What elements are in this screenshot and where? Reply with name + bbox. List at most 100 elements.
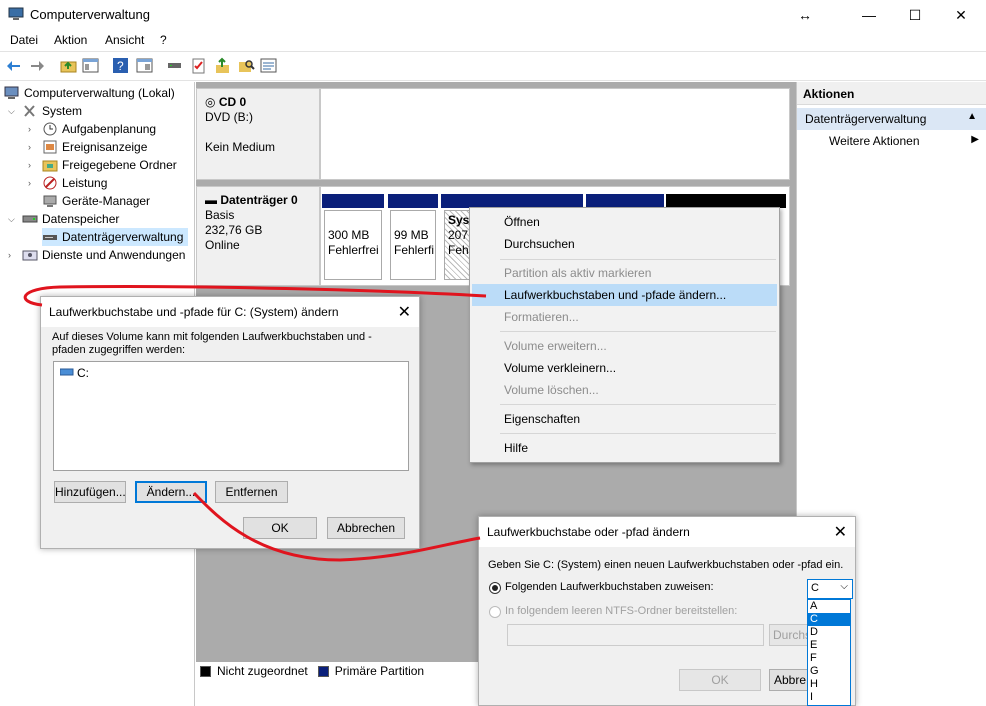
menu-item-aktiv-markieren[interactable]: Partition als aktiv markieren [472,262,777,284]
close-icon[interactable]: ✕ [834,522,847,542]
letter-option[interactable]: F [808,652,850,665]
forward-icon[interactable] [28,57,45,74]
services-icon [22,248,38,262]
letter-option[interactable]: D [808,626,850,639]
menu-ansicht[interactable]: Ansicht [105,33,144,47]
cancel-button[interactable]: Abbre [769,669,809,691]
letter-dropdown-list[interactable]: A C D E F G H I [807,599,851,706]
menu-help[interactable]: ? [160,33,167,47]
dialog-description: Auf dieses Volume kann mit folgenden Lau… [52,331,372,356]
letter-option[interactable]: E [808,639,850,652]
add-button[interactable]: Hinzufügen... [54,481,126,503]
storage-icon [22,212,38,226]
up-folder-icon[interactable] [60,57,77,74]
menu-datei[interactable]: Datei [10,33,38,47]
partition-bar [586,194,664,208]
context-menu: Öffnen Durchsuchen Partition als aktiv m… [469,207,780,463]
menu-item-loeschen[interactable]: Volume löschen... [472,379,777,401]
tree-item-datentraegerverwaltung[interactable]: Datenträgerverwaltung [42,228,188,246]
change-button[interactable]: Ändern... [135,481,207,503]
maximize-button[interactable]: ☐ [892,0,938,30]
computer-management-icon [4,86,20,100]
chevron-right-icon[interactable]: › [28,178,38,188]
back-icon[interactable] [6,57,23,74]
browse-button[interactable]: Durchs [769,624,809,646]
cd-drive-label[interactable]: ◎ CD 0 DVD (B:) Kein Medium [196,88,320,180]
disk0-size: 232,76 GB [205,223,263,237]
collapse-up-icon[interactable]: ▲ [967,111,977,122]
menu-item-formatieren[interactable]: Formatieren... [472,306,777,328]
tree-item-geraete-manager[interactable]: Geräte-Manager [42,192,150,210]
view-icon[interactable] [136,57,153,74]
tree-item-aufgabenplanung[interactable]: › Aufgabenplanung [28,120,156,138]
list-item[interactable]: C: [59,366,89,380]
close-icon[interactable]: ✕ [398,302,411,322]
menu-item-eigenschaften[interactable]: Eigenschaften [472,408,777,430]
radio-assign-letter[interactable] [489,582,501,594]
letter-option-selected[interactable]: C [808,613,850,626]
letter-option[interactable]: A [808,600,850,613]
actions-section[interactable]: Datenträgerverwaltung ▲ [797,108,986,130]
import-icon[interactable] [214,57,231,74]
menu-separator [500,259,776,260]
tree-item-ereignisanzeige[interactable]: › Ereignisanzeige [28,138,147,156]
menu-item-durchsuchen[interactable]: Durchsuchen [472,233,777,255]
menu-item-oeffnen[interactable]: Öffnen [472,211,777,233]
radio-assign-letter-label: Folgenden Laufwerkbuchstaben zuweisen: [505,581,714,593]
tree-item-system[interactable]: ⌵ System [8,102,82,120]
disk-icon: ▬ [205,193,217,207]
chevron-right-icon[interactable]: › [28,142,38,152]
letter-option[interactable]: H [808,678,850,691]
letter-option[interactable]: I [808,691,850,704]
chevron-right-icon[interactable]: › [8,250,18,260]
menu-separator [500,404,776,405]
show-hide-tree-icon[interactable] [82,57,99,74]
close-button[interactable]: ✕ [938,0,984,30]
help-icon[interactable]: ? [112,57,129,74]
tree-item-datenspeicher[interactable]: ⌵ Datenspeicher [8,210,119,228]
properties-icon[interactable] [260,57,277,74]
chevron-right-icon[interactable]: › [28,124,38,134]
actions-header: Aktionen [797,82,986,105]
chevron-right-icon[interactable]: › [28,160,38,170]
letter-option[interactable]: G [808,665,850,678]
tree-item-leistung[interactable]: › Leistung [28,174,107,192]
resize-icon: ↔ [798,7,812,23]
chevron-down-icon[interactable]: ⌵ [8,106,18,117]
chevron-down-icon[interactable]: ⌵ [8,214,18,225]
folder-path-input[interactable] [507,624,764,646]
partition-recovery[interactable]: 300 MB Fehlerfrei [324,210,382,280]
connect-icon[interactable] [166,57,183,74]
partition-status: Fehlerfrei [328,243,379,257]
tree-item-computerverwaltung[interactable]: Computerverwaltung (Lokal) [4,84,175,102]
disk0-label[interactable]: ▬ Datenträger 0 Basis 232,76 GB Online [196,186,320,286]
partition-system[interactable]: Sys 207, Feh [444,210,472,280]
menu-aktion[interactable]: Aktion [54,33,87,47]
cd-partition-area[interactable] [320,88,790,180]
actions-more-label: Weitere Aktionen [829,134,920,148]
list-item-label: C: [77,366,89,380]
menu-bar: Datei Aktion Ansicht ? [0,30,986,51]
checklist-icon[interactable] [190,57,207,74]
menu-item-verkleinern[interactable]: Volume verkleinern... [472,357,777,379]
dialog-title: Laufwerkbuchstabe oder -pfad ändern [487,525,690,539]
ok-button[interactable]: OK [679,669,761,691]
cancel-button[interactable]: Abbrechen [327,517,405,539]
ok-button[interactable]: OK [243,517,317,539]
minimize-button[interactable]: — [846,0,892,30]
menu-item-erweitern[interactable]: Volume erweitern... [472,335,777,357]
drive-letter-list[interactable]: C: [53,361,409,471]
letter-select[interactable]: C ⌵ [807,579,853,599]
menu-item-hilfe[interactable]: Hilfe [472,437,777,459]
actions-more[interactable]: Weitere Aktionen ▶ [829,134,979,148]
tree-item-dienste[interactable]: › Dienste und Anwendungen [8,246,185,264]
menu-item-laufwerkbuchstaben[interactable]: Laufwerkbuchstaben und -pfade ändern... [472,284,777,306]
radio-mount-folder[interactable] [489,606,501,618]
search-folder-icon[interactable] [238,57,255,74]
tree-item-freigegebene-ordner[interactable]: › Freigegebene Ordner [28,156,177,174]
remove-button[interactable]: Entfernen [215,481,288,503]
drive-icon [59,366,74,380]
partition-efi[interactable]: 99 MB Fehlerfi [390,210,436,280]
cd-name: CD 0 [218,95,247,109]
performance-icon [42,176,58,190]
